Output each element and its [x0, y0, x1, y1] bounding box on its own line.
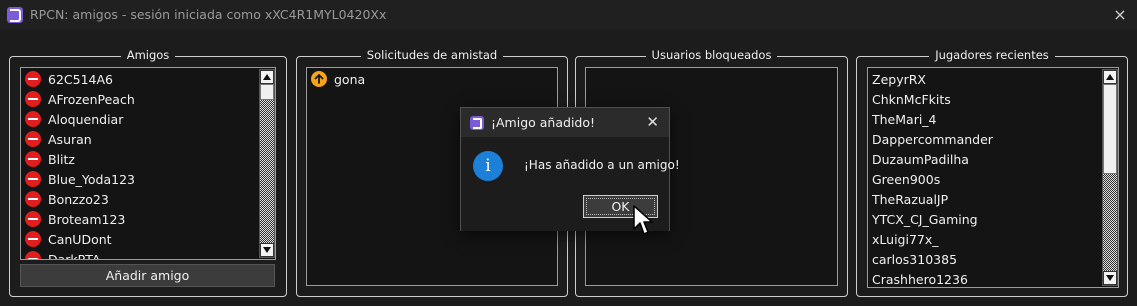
recent-players-list[interactable]: ZepyrRX ChknMcFkits TheMari_4 Dappercommand… [867, 67, 1119, 288]
arrow-down-icon [263, 247, 271, 253]
friends-group: Amigos 62C514A6 AFrozenPeach Aloquendiar As… [9, 48, 287, 297]
arrow-down-icon [1106, 275, 1114, 281]
remove-friend-icon [25, 171, 41, 187]
list-item-label: Green900s [872, 171, 941, 187]
list-item[interactable]: ChknMcFkits [872, 89, 1100, 109]
blocked-group-title: Usuarios bloqueados [645, 48, 778, 62]
list-item[interactable]: CanUDont [22, 229, 257, 249]
recent-players-group: Jugadores recientes ZepyrRX ChknMcFkits Th… [856, 48, 1128, 297]
mouse-cursor-icon [633, 205, 653, 235]
list-item-label: carlos310385 [872, 251, 958, 267]
list-item[interactable]: DuzaumPadilha [872, 149, 1100, 169]
remove-friend-icon [25, 191, 41, 207]
remove-friend-icon [25, 251, 41, 259]
list-item-label: TheMari_4 [872, 111, 937, 127]
rpcs3-logo-icon [470, 116, 484, 130]
list-item-label: AFrozenPeach [48, 91, 135, 107]
remove-friend-icon [25, 91, 41, 107]
list-item[interactable]: Blue_Yoda123 [22, 169, 257, 189]
scroll-up-button[interactable] [1103, 70, 1117, 84]
list-item[interactable]: Blitz [22, 149, 257, 169]
list-item[interactable]: gona [308, 69, 556, 89]
list-item[interactable]: carlos310385 [872, 249, 1100, 269]
list-item-label: Asuran [48, 131, 92, 147]
window-close-button[interactable]: × [1109, 4, 1131, 26]
list-item-label: Broteam123 [48, 211, 126, 227]
list-item[interactable]: xLuigi77x_ [872, 229, 1100, 249]
list-item[interactable]: Aloquendiar [22, 109, 257, 129]
list-item-label: xLuigi77x_ [872, 231, 939, 247]
remove-friend-icon [25, 111, 41, 127]
scrollbar-track[interactable] [260, 100, 274, 243]
list-item-label: Bonzzo23 [48, 191, 109, 207]
arrow-up-icon [1106, 74, 1114, 80]
list-item[interactable]: Broteam123 [22, 209, 257, 229]
friends-list[interactable]: 62C514A6 AFrozenPeach Aloquendiar Asuran Bli… [20, 67, 276, 260]
list-item[interactable]: Crashhero1236 [872, 269, 1100, 287]
list-item[interactable]: Asuran [22, 129, 257, 149]
arrow-up-icon [311, 71, 327, 87]
window-titlebar: RPCN: amigos - sesión iniciada como xXC4… [0, 0, 1137, 30]
info-icon: i [473, 151, 503, 181]
dialog-close-button[interactable]: ✕ [646, 113, 659, 131]
add-friend-button[interactable]: Añadir amigo [20, 264, 275, 287]
list-item[interactable]: Dappercommander [872, 129, 1100, 149]
list-item-label: YTCX_CJ_Gaming [872, 211, 978, 227]
list-item-label: Aloquendiar [48, 111, 124, 127]
list-item[interactable]: 62C514A6 [22, 69, 257, 89]
requests-group-title: Solicitudes de amistad [360, 48, 504, 62]
list-item-label: TheRazualJP [872, 191, 949, 207]
list-item[interactable]: YTCX_CJ_Gaming [872, 209, 1100, 229]
dialog-title: ¡Amigo añadido! [491, 115, 596, 130]
remove-friend-icon [25, 231, 41, 247]
list-item-label: DuzaumPadilha [872, 151, 969, 167]
list-item[interactable]: TheRazualJP [872, 189, 1100, 209]
friends-scrollbar[interactable] [259, 69, 275, 258]
list-item[interactable]: AFrozenPeach [22, 89, 257, 109]
list-item-label: Blue_Yoda123 [48, 171, 135, 187]
recent-group-title: Jugadores recientes [929, 48, 1055, 62]
remove-friend-icon [25, 211, 41, 227]
rpcs3-logo-icon [7, 7, 23, 23]
recent-scrollbar[interactable] [1102, 69, 1118, 286]
list-item-label: ChknMcFkits [872, 91, 951, 107]
friends-group-title: Amigos [120, 48, 176, 62]
list-item-label: Dappercommander [872, 131, 993, 147]
scroll-down-button[interactable] [1103, 271, 1117, 285]
list-item-label: Blitz [48, 151, 75, 167]
scroll-up-button[interactable] [260, 70, 274, 84]
list-item-label: gona [334, 71, 366, 87]
dialog-titlebar: ¡Amigo añadido! ✕ [461, 108, 669, 137]
remove-friend-icon [25, 71, 41, 87]
scrollbar-thumb[interactable] [1103, 84, 1117, 174]
list-item[interactable]: DarkPTA [22, 249, 257, 260]
list-item[interactable]: Green900s [872, 169, 1100, 189]
scrollbar-track[interactable] [1103, 174, 1117, 271]
list-item-label: 62C514A6 [48, 71, 113, 87]
scrollbar-thumb[interactable] [260, 84, 274, 100]
scroll-down-button[interactable] [260, 243, 274, 257]
window-title: RPCN: amigos - sesión iniciada como xXC4… [30, 7, 387, 22]
remove-friend-icon [25, 151, 41, 167]
remove-friend-icon [25, 131, 41, 147]
list-item-label: DarkPTA [48, 251, 101, 260]
list-item[interactable]: Bonzzo23 [22, 189, 257, 209]
list-item-label: CanUDont [48, 231, 112, 247]
arrow-up-icon [263, 74, 271, 80]
list-item-label: Crashhero1236 [872, 271, 968, 287]
dialog-message: ¡Has añadido a un amigo! [524, 158, 680, 172]
list-item[interactable]: TheMari_4 [872, 109, 1100, 129]
list-item-label: ZepyrRX [872, 71, 926, 87]
list-item[interactable]: ZepyrRX [872, 69, 1100, 89]
